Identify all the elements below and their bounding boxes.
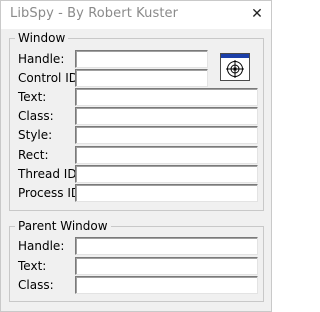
parent-class-field[interactable] — [75, 276, 258, 294]
control-id-field[interactable] — [75, 69, 208, 87]
text-field[interactable] — [75, 88, 258, 106]
libspy-window: LibSpy - By Robert Kuster ✕ Window Handl… — [0, 0, 272, 312]
window-group-legend: Window — [15, 30, 69, 46]
crosshair-finder-icon — [226, 60, 244, 78]
finder-tool-titlebar — [221, 54, 249, 58]
style-field[interactable] — [75, 126, 258, 144]
parent-text-field[interactable] — [75, 257, 258, 275]
close-button[interactable]: ✕ — [245, 3, 269, 25]
parent-handle-field[interactable] — [75, 237, 258, 255]
window-title: LibSpy - By Robert Kuster — [10, 6, 179, 21]
thread-id-label: Thread ID: — [18, 167, 81, 181]
parent-handle-label: Handle: — [18, 239, 65, 253]
rect-field[interactable] — [75, 146, 258, 164]
parent-window-group-legend: Parent Window — [15, 218, 111, 234]
rect-label: Rect: — [18, 148, 49, 162]
handle-label: Handle: — [18, 52, 65, 66]
thread-id-field[interactable] — [75, 165, 258, 183]
parent-text-label: Text: — [18, 259, 47, 273]
style-label: Style: — [18, 128, 53, 142]
class-label: Class: — [18, 109, 54, 123]
title-bar[interactable]: LibSpy - By Robert Kuster ✕ — [1, 1, 271, 29]
control-id-label: Control ID: — [18, 71, 83, 85]
finder-tool-button[interactable] — [220, 53, 250, 81]
class-field[interactable] — [75, 107, 258, 125]
process-id-field[interactable] — [75, 184, 258, 202]
text-label: Text: — [18, 90, 47, 104]
handle-field[interactable] — [75, 50, 208, 68]
parent-class-label: Class: — [18, 278, 54, 292]
